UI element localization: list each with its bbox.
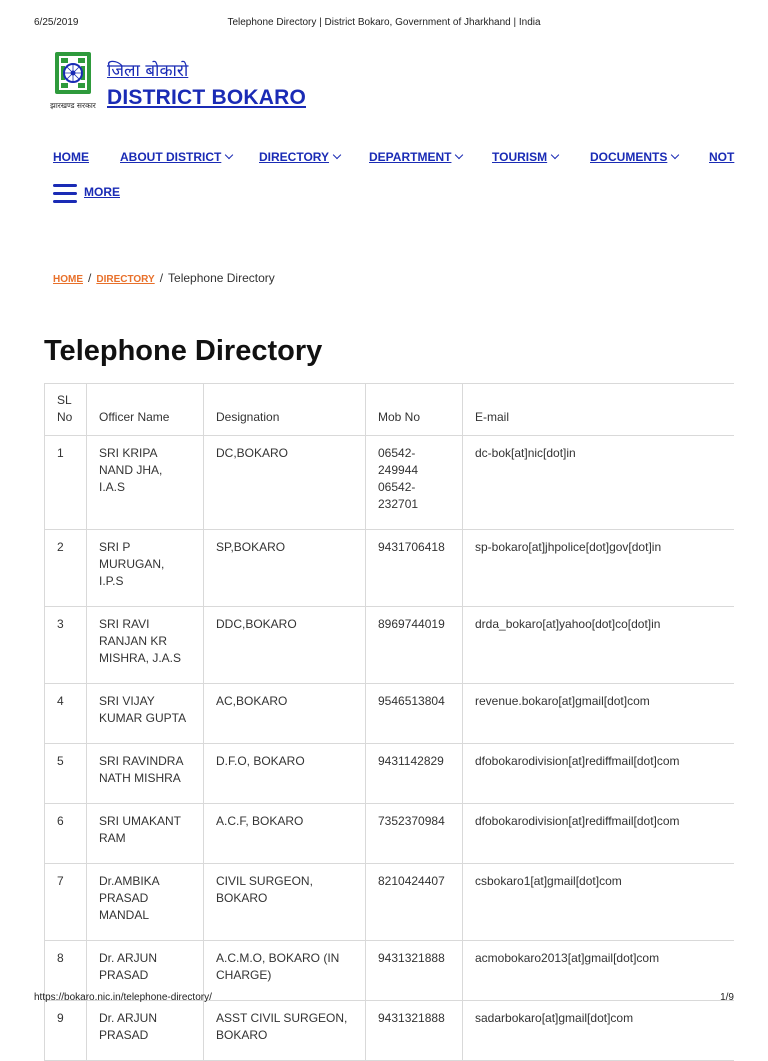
chevron-down-icon bbox=[455, 150, 464, 160]
table-row: 5 SRI RAVINDRA NATH MISHRA D.F.O, BOKARO… bbox=[44, 743, 734, 804]
cell-email: sadarbokaro[at]gmail[dot]com bbox=[462, 1000, 734, 1061]
site-hindi-name[interactable]: जिला बोकारो bbox=[107, 58, 188, 81]
cell-officer-name: SRI RAVINDRA NATH MISHRA bbox=[86, 743, 204, 804]
cell-officer-name: Dr. ARJUN PRASAD bbox=[86, 1000, 204, 1061]
cell-sl: 6 bbox=[44, 803, 87, 864]
table-row: 4 SRI VIJAY KUMAR GUPTA AC,BOKARO 954651… bbox=[44, 683, 734, 744]
chevron-down-icon bbox=[225, 150, 234, 160]
table-row: 1 SRI KRIPA NAND JHA, I.A.S DC,BOKARO 06… bbox=[44, 435, 734, 530]
breadcrumb-separator: / bbox=[159, 271, 164, 285]
cell-designation: ASST CIVIL SURGEON, BOKARO bbox=[203, 1000, 366, 1061]
cell-officer-name: SRI VIJAY KUMAR GUPTA bbox=[86, 683, 204, 744]
nav-item-documents[interactable]: DOCUMENTS bbox=[590, 150, 680, 164]
cell-email: dfobokarodivision[at]rediffmail[dot]com bbox=[462, 743, 734, 804]
cell-sl: 5 bbox=[44, 743, 87, 804]
site-name[interactable]: DISTRICT BOKARO bbox=[107, 86, 306, 110]
cell-designation: DC,BOKARO bbox=[203, 435, 366, 530]
header-email: E-mail bbox=[462, 383, 734, 436]
nav-label: NOT bbox=[709, 150, 735, 164]
print-url: https://bokaro.nic.in/telephone-director… bbox=[34, 992, 212, 1003]
nav-item-tourism[interactable]: TOURISM bbox=[492, 150, 560, 164]
chevron-down-icon bbox=[550, 150, 560, 160]
nav-item-directory[interactable]: DIRECTORY bbox=[259, 150, 342, 164]
table-row: 2 SRI P MURUGAN, I.P.S SP,BOKARO 9431706… bbox=[44, 529, 734, 607]
cell-email: dfobokarodivision[at]rediffmail[dot]com bbox=[462, 803, 734, 864]
nav-label: HOME bbox=[53, 150, 89, 164]
nav-label: DOCUMENTS bbox=[590, 150, 668, 164]
main-nav: HOME ABOUT DISTRICT DIRECTORY DEPARTMENT… bbox=[53, 150, 743, 166]
cell-mob: 7352370984 bbox=[365, 803, 463, 864]
more-label: MORE bbox=[84, 185, 120, 199]
directory-table-container: SL No Officer Name Designation Mob No E-… bbox=[44, 383, 734, 1061]
breadcrumb-home[interactable]: HOME bbox=[53, 274, 83, 285]
breadcrumb-directory[interactable]: DIRECTORY bbox=[96, 274, 154, 285]
chevron-down-icon bbox=[332, 150, 342, 160]
breadcrumb-current: Telephone Directory bbox=[168, 271, 275, 285]
table-row: 7 Dr.AMBIKA PRASAD MANDAL CIVIL SURGEON,… bbox=[44, 863, 734, 941]
emblem-caption: झारखण्ड सरकार bbox=[50, 101, 97, 110]
cell-officer-name: SRI UMAKANT RAM bbox=[86, 803, 204, 864]
cell-mob: 9431706418 bbox=[365, 529, 463, 607]
cell-designation: AC,BOKARO bbox=[203, 683, 366, 744]
nav-item-notices[interactable]: NOT bbox=[709, 150, 734, 164]
nav-label: DIRECTORY bbox=[259, 150, 330, 164]
chevron-down-icon bbox=[671, 150, 680, 160]
print-page-title: Telephone Directory | District Bokaro, G… bbox=[227, 17, 541, 28]
cell-designation: D.F.O, BOKARO bbox=[203, 743, 366, 804]
cell-sl: 4 bbox=[44, 683, 87, 744]
cell-mob: 9431142829 bbox=[365, 743, 463, 804]
cell-email: drda_bokaro[at]yahoo[dot]co[dot]in bbox=[462, 606, 734, 684]
cell-sl: 7 bbox=[44, 863, 87, 941]
breadcrumb-separator: / bbox=[88, 271, 92, 285]
cell-sl: 3 bbox=[44, 606, 87, 684]
nav-label: DEPARTMENT bbox=[369, 150, 452, 164]
cell-email: csbokaro1[at]gmail[dot]com bbox=[462, 863, 734, 941]
nav-item-about-district[interactable]: ABOUT DISTRICT bbox=[120, 150, 234, 164]
header-mob-no: Mob No bbox=[365, 383, 463, 436]
header-sl-no: SL No bbox=[44, 383, 87, 436]
breadcrumb: HOME / DIRECTORY / Telephone Directory bbox=[53, 271, 275, 285]
cell-mob: 9546513804 bbox=[365, 683, 463, 744]
table-row: 9 Dr. ARJUN PRASAD ASST CIVIL SURGEON, B… bbox=[44, 1000, 734, 1061]
cell-officer-name: SRI KRIPA NAND JHA, I.A.S bbox=[86, 435, 204, 530]
cell-sl: 9 bbox=[44, 1000, 87, 1061]
cell-officer-name: SRI RAVI RANJAN KR MISHRA, J.A.S bbox=[86, 606, 204, 684]
table-row: 6 SRI UMAKANT RAM A.C.F, BOKARO 73523709… bbox=[44, 803, 734, 864]
nav-label: ABOUT DISTRICT bbox=[120, 150, 222, 164]
nav-item-department[interactable]: DEPARTMENT bbox=[369, 150, 464, 164]
print-header: 6/25/2019 Telephone Directory | District… bbox=[0, 17, 768, 31]
page-title: Telephone Directory bbox=[44, 335, 323, 367]
cell-mob: 9431321888 bbox=[365, 1000, 463, 1061]
nav-item-home[interactable]: HOME bbox=[53, 150, 89, 164]
cell-email: revenue.bokaro[at]gmail[dot]com bbox=[462, 683, 734, 744]
cell-officer-name: SRI P MURUGAN, I.P.S bbox=[86, 529, 204, 607]
table-row: 3 SRI RAVI RANJAN KR MISHRA, J.A.S DDC,B… bbox=[44, 606, 734, 684]
cell-sl: 1 bbox=[44, 435, 87, 530]
cell-mob: 8210424407 bbox=[365, 863, 463, 941]
header-officer-name: Officer Name bbox=[86, 383, 204, 436]
print-footer: https://bokaro.nic.in/telephone-director… bbox=[0, 992, 768, 1006]
print-page-number: 1/9 bbox=[720, 992, 734, 1003]
cell-designation: CIVIL SURGEON, BOKARO bbox=[203, 863, 366, 941]
cell-mob: 06542-249944 06542-232701 bbox=[365, 435, 463, 530]
header-designation: Designation bbox=[203, 383, 366, 436]
cell-designation: A.C.F, BOKARO bbox=[203, 803, 366, 864]
cell-officer-name: Dr.AMBIKA PRASAD MANDAL bbox=[86, 863, 204, 941]
cell-email: sp-bokaro[at]jhpolice[dot]gov[dot]in bbox=[462, 529, 734, 607]
cell-designation: DDC,BOKARO bbox=[203, 606, 366, 684]
cell-email: dc-bok[at]nic[dot]in bbox=[462, 435, 734, 530]
cell-designation: SP,BOKARO bbox=[203, 529, 366, 607]
cell-sl: 2 bbox=[44, 529, 87, 607]
jharkhand-emblem-logo[interactable]: झारखण्ड सरकार bbox=[46, 50, 100, 114]
table-header-row: SL No Officer Name Designation Mob No E-… bbox=[44, 383, 734, 436]
telephone-directory-table: SL No Officer Name Designation Mob No E-… bbox=[44, 383, 734, 1061]
cell-mob: 8969744019 bbox=[365, 606, 463, 684]
hamburger-icon bbox=[53, 184, 77, 204]
nav-label: TOURISM bbox=[492, 150, 548, 164]
